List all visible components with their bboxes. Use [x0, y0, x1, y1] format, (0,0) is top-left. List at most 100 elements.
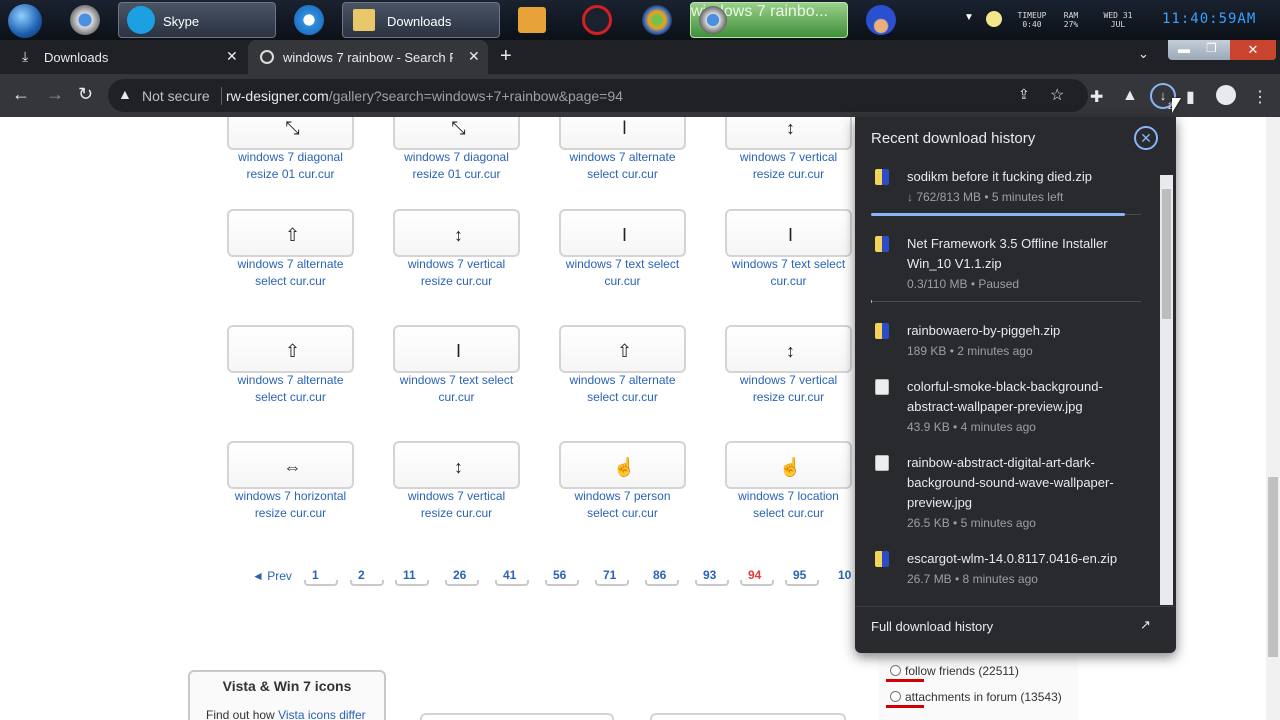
cursor-tile[interactable]: ⇔ windows 7 horizontal resize cur.cur [227, 441, 354, 520]
cursor-preview-box: ↕ [725, 325, 852, 373]
chrome-taskbar-icon[interactable] [70, 5, 100, 35]
skype-icon [127, 6, 155, 34]
internet-explorer-icon[interactable] [294, 5, 324, 35]
filter-attachments[interactable]: attachments in forum (13543) [890, 690, 1062, 704]
not-secure-label[interactable]: Not secure [142, 88, 210, 104]
taskbar-app-chrome-window[interactable]: windows 7 rainbo... [690, 2, 848, 38]
taskbar: Skype Downloads windows 7 rainbo... ▼ TI… [0, 0, 1280, 40]
cursor-tile[interactable]: ↕ windows 7 vertical resize cur.cur [725, 325, 852, 404]
mouse-pointer-icon [1172, 98, 1181, 113]
cursor-preview-box: ⤡ [393, 117, 520, 150]
cursor-glyph-icon: ↕ [786, 118, 795, 138]
back-icon[interactable]: ← [12, 84, 30, 105]
taskbar-app-label: Skype [163, 14, 200, 29]
close-panel-icon[interactable]: ✕ [1134, 126, 1158, 150]
cursor-filename-link[interactable]: windows 7 location select cur.cur [725, 488, 852, 522]
windows-logo-icon[interactable] [642, 5, 672, 35]
cursor-tile[interactable]: ☝ windows 7 person select cur.cur [559, 441, 686, 520]
close-tab-icon[interactable]: ✕ [468, 48, 480, 65]
cursor-filename-link[interactable]: windows 7 text select cur.cur [725, 256, 852, 290]
panel-scroll-thumb[interactable] [1162, 189, 1171, 319]
cursor-tile[interactable]: Iwindows 7 text select cur.cur [559, 209, 686, 288]
cursor-preview-box: ⇧ [227, 325, 354, 373]
cursor-filename-link[interactable]: windows 7 vertical resize cur.cur [393, 256, 520, 290]
cursor-filename-link[interactable]: windows 7 text select cur.cur [559, 256, 686, 290]
cursor-tile[interactable]: ǀ windows 7 alternate select cur.cur [559, 117, 686, 181]
cursor-tile[interactable]: ↕ windows 7 vertical resize cur.cur [393, 441, 520, 520]
address-bar[interactable]: ▲ Not secure rw-designer.com/gallery?sea… [108, 79, 1088, 112]
open-external-icon[interactable]: ↗ [1140, 617, 1151, 633]
page-separator [350, 580, 384, 586]
close-window-icon[interactable]: ✕ [1230, 40, 1276, 60]
cursor-filename-link[interactable]: windows 7 alternate select cur.cur [559, 149, 686, 183]
download-progress-bar [871, 300, 872, 303]
cursor-tile[interactable]: ↕ windows 7 vertical resize cur.cur [725, 117, 852, 181]
cursor-filename-link[interactable]: windows 7 diagonal resize 01 cur.cur [227, 149, 354, 183]
cursor-tile[interactable]: Iwindows 7 text select cur.cur [725, 209, 852, 288]
reload-icon[interactable]: ↻ [78, 84, 93, 105]
tray-app-icon[interactable] [986, 11, 1002, 27]
prev-page-link[interactable]: ◄ Prev [252, 569, 292, 583]
page-link[interactable]: 10 [838, 568, 851, 582]
cursor-filename-link[interactable]: windows 7 text select cur.cur [393, 372, 520, 406]
extensions-icon[interactable]: ✚ [1090, 87, 1103, 107]
menu-kebab-icon[interactable]: ⋮ [1252, 87, 1268, 107]
vista-icons-link[interactable]: Vista icons differ [278, 708, 366, 720]
cursor-tile[interactable]: Iwindows 7 text select cur.cur [393, 325, 520, 404]
side-panel-icon[interactable]: ▮ [1186, 87, 1195, 107]
tab-downloads[interactable]: ⤓ Downloads ✕ [8, 40, 244, 74]
minimize-icon[interactable]: ▬ [1178, 42, 1190, 56]
filter-follow-friends[interactable]: follow friends (22511) [890, 664, 1019, 678]
maximize-icon[interactable]: ❐ [1206, 41, 1217, 55]
cursor-filename-link[interactable]: windows 7 alternate select cur.cur [227, 372, 354, 406]
cursor-tile[interactable]: ☝ windows 7 location select cur.cur [725, 441, 852, 520]
taskbar-app-downloads[interactable]: Downloads [342, 2, 500, 38]
download-status: ↓ 762/813 MB • 5 minutes left [907, 190, 1064, 204]
download-progress-track [871, 301, 1141, 302]
cursor-preview-box: ☝ [559, 441, 686, 489]
page-scroll-thumb[interactable] [1268, 477, 1278, 657]
zip-file-icon [875, 323, 889, 339]
cursor-tile[interactable]: ⇧ windows 7 alternate select cur.cur [559, 325, 686, 404]
page-separator [495, 580, 529, 586]
profile-avatar-icon[interactable] [1216, 85, 1236, 105]
media-player-icon[interactable] [518, 7, 546, 33]
cursor-filename-link[interactable]: windows 7 vertical resize cur.cur [725, 149, 852, 183]
share-icon[interactable]: ⇪ [1018, 86, 1030, 103]
cursor-filename-link[interactable]: windows 7 vertical resize cur.cur [393, 488, 520, 522]
folder-icon [353, 9, 375, 31]
no-entry-icon[interactable] [582, 5, 612, 35]
lower-card [420, 713, 614, 720]
new-tab-icon[interactable]: + [500, 45, 512, 68]
cursor-filename-link[interactable]: windows 7 horizontal resize cur.cur [227, 488, 354, 522]
page-scrollbar[interactable] [1266, 117, 1280, 720]
bookmark-star-icon[interactable]: ☆ [1050, 85, 1064, 105]
cursor-filename-link[interactable]: windows 7 alternate select cur.cur [559, 372, 686, 406]
taskbar-app-skype[interactable]: Skype [118, 2, 276, 38]
cursor-preview-box: ⇔ [227, 441, 354, 489]
cursor-filename-link[interactable]: windows 7 alternate select cur.cur [227, 256, 354, 290]
forward-icon[interactable]: → [46, 84, 64, 105]
full-download-history-link[interactable]: Full download history [871, 619, 993, 634]
wizard-hat-icon[interactable] [866, 5, 896, 35]
cursor-filename-link[interactable]: windows 7 person select cur.cur [559, 488, 686, 522]
cursor-tile[interactable]: ⤡ windows 7 diagonal resize 01 cur.cur [393, 117, 520, 181]
cursor-filename-link[interactable]: windows 7 vertical resize cur.cur [725, 372, 852, 406]
cursor-glyph-icon: ⇧ [284, 341, 301, 361]
cursor-tile[interactable]: ⇧ windows 7 alternate select cur.cur [227, 325, 354, 404]
panel-title: Recent download history [871, 130, 1036, 147]
cursor-tile[interactable]: ⇧ windows 7 alternate select cur.cur [227, 209, 354, 288]
tab-search-icon[interactable]: ⌄ [1138, 46, 1149, 62]
clock[interactable]: 11:40:59AM [1162, 11, 1256, 27]
url-text[interactable]: rw-designer.com/gallery?search=windows+7… [226, 88, 623, 104]
cursor-filename-link[interactable]: windows 7 diagonal resize 01 cur.cur [393, 149, 520, 183]
panel-scrollbar[interactable] [1160, 175, 1173, 605]
tab-search-results[interactable]: windows 7 rainbow - Search Res ✕ [248, 40, 488, 74]
lab-flask-icon[interactable]: ▲ [1122, 87, 1138, 105]
tray-expand-icon[interactable]: ▼ [964, 12, 974, 23]
start-orb-icon[interactable] [8, 4, 42, 38]
cursor-tile[interactable]: ↕ windows 7 vertical resize cur.cur [393, 209, 520, 288]
cursor-glyph-icon: ↕ [454, 225, 463, 245]
cursor-tile[interactable]: ⤡ windows 7 diagonal resize 01 cur.cur [227, 117, 354, 181]
close-tab-icon[interactable]: ✕ [226, 48, 238, 65]
